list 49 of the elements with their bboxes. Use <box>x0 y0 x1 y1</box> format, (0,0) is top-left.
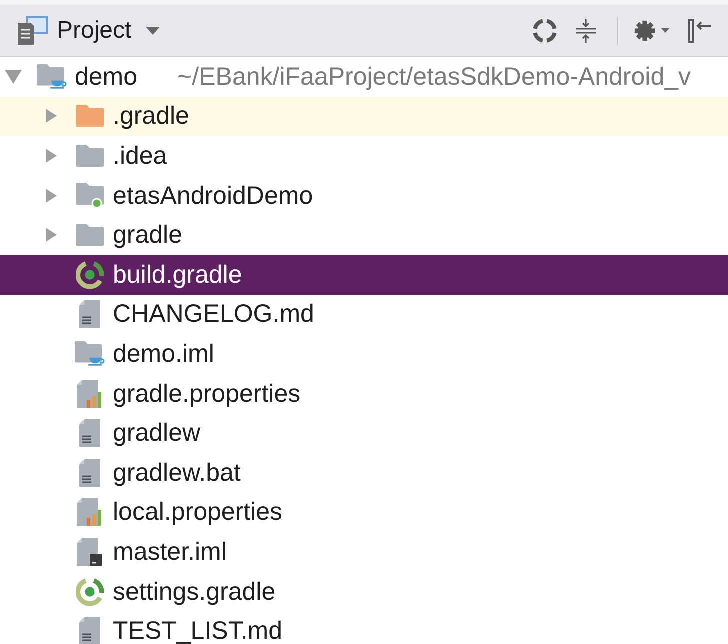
file-name: CHANGELOG.md <box>113 301 314 328</box>
file-name: build.gradle <box>113 262 242 288</box>
caret-icon <box>146 26 160 34</box>
text-file-icon <box>79 617 101 644</box>
file-name: local.properties <box>113 499 283 526</box>
project-window-icon <box>17 16 48 45</box>
file-name: demo <box>75 64 138 90</box>
text-file-icon <box>79 419 101 448</box>
caret-icon <box>661 28 670 33</box>
text-file-icon <box>79 458 101 487</box>
file-name: gradlew.bat <box>113 460 241 486</box>
text-file-icon <box>79 300 101 328</box>
collapse-icon <box>575 18 597 42</box>
file-name: master.iml <box>113 538 227 565</box>
folder-cup-icon <box>75 340 105 367</box>
expand-arrow-icon[interactable] <box>46 188 56 203</box>
file-name: gradle.properties <box>113 380 301 407</box>
file-name: demo.iml <box>113 340 214 367</box>
properties-file-icon <box>77 380 103 408</box>
file-name: gradlew <box>113 420 201 446</box>
gradle-ring-icon <box>76 578 104 606</box>
file-name: settings.gradle <box>113 578 276 605</box>
gradle-ring-icon <box>76 260 104 289</box>
project-view-dropdown[interactable]: Project <box>57 16 160 46</box>
folder-icon <box>76 144 104 167</box>
file-name: .gradle <box>113 103 190 130</box>
crosshair-icon <box>533 18 557 42</box>
expand-arrow-icon[interactable] <box>46 228 56 242</box>
expand-arrow-icon[interactable] <box>46 109 56 124</box>
tree-row[interactable]: .gradle <box>0 96 728 136</box>
hide-panel-button[interactable] <box>688 18 712 42</box>
collapse-all-button[interactable] <box>574 18 598 42</box>
properties-file-icon <box>77 498 103 526</box>
project-path: ~/EBank/iFaaProject/etasSdkDemo-Android_v <box>178 64 691 90</box>
file-name: TEST_LIST.md <box>113 618 282 644</box>
folder-icon <box>76 224 104 246</box>
tree-row[interactable]: build.gradle <box>0 254 728 295</box>
file-name: gradle <box>113 222 182 248</box>
file-name: etasAndroidDemo <box>113 182 314 209</box>
file-name: .idea <box>113 142 168 169</box>
expand-arrow-icon[interactable] <box>46 148 56 163</box>
hide-arrow-icon <box>688 18 712 42</box>
folder-dot-icon <box>76 182 104 209</box>
gear-icon <box>634 20 656 42</box>
terminal-file-icon <box>77 538 103 566</box>
folder-icon <box>76 105 104 128</box>
folder-cup-icon <box>37 64 67 90</box>
collapse-arrow-icon[interactable] <box>4 70 22 84</box>
locate-button[interactable] <box>533 18 557 42</box>
